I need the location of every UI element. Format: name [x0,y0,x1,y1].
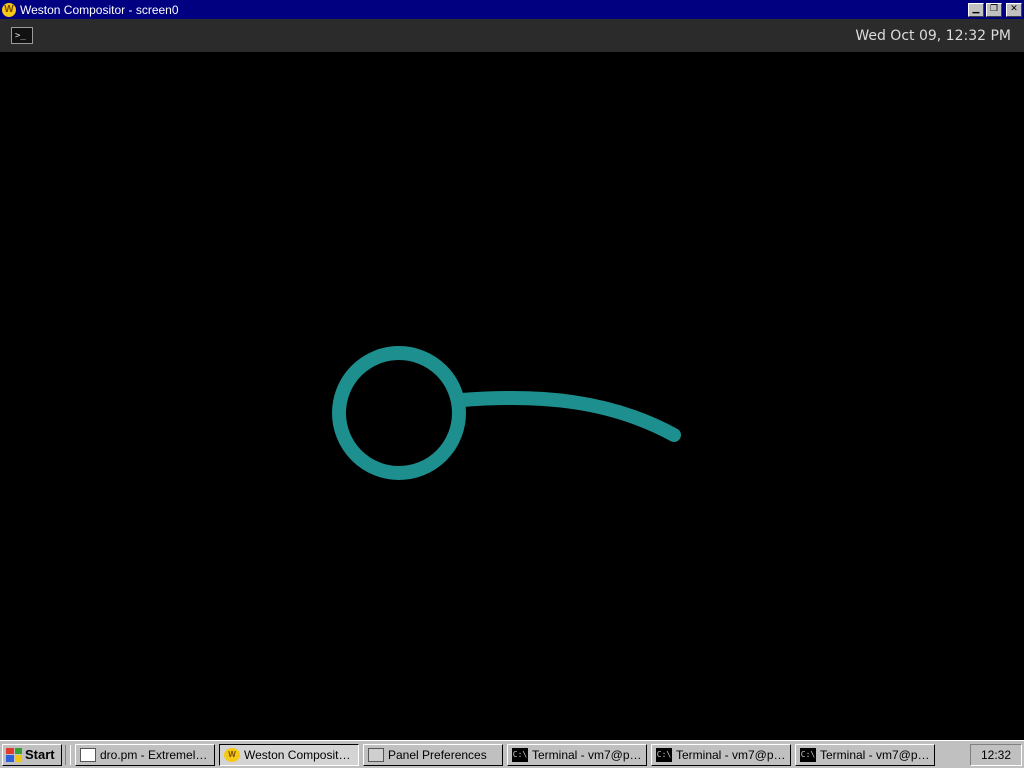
minimize-button[interactable]: ▁ [968,2,984,17]
weston-app-icon[interactable]: W [2,2,16,17]
compositor-canvas[interactable] [0,52,1024,740]
task-button-drop[interactable]: dro.pm - Extremely ... [75,743,215,766]
terminal-icon: C:\ [656,747,672,762]
windows-logo-icon [6,747,22,762]
taskbar-grip[interactable] [65,744,71,765]
close-button[interactable]: ✕ [1006,2,1022,17]
window-title-bar[interactable]: W Weston Compositor - screen0 ▁ ❐ ✕ [0,0,1024,19]
task-button-weston[interactable]: W Weston Compositor... [219,743,359,766]
terminal-launcher-icon[interactable]: >_ [11,27,33,44]
terminal-icon: C:\ [512,747,528,762]
taskbar: Start dro.pm - Extremely ... W Weston Co… [0,740,1024,768]
panel-clock: Wed Oct 09, 12:32 PM [855,27,1011,44]
system-tray-clock[interactable]: 12:32 [970,743,1022,766]
weston-panel: >_ Wed Oct 09, 12:32 PM [0,19,1024,52]
task-button-panel-preferences[interactable]: Panel Preferences [363,743,503,766]
start-label: Start [25,747,55,762]
drawn-loop [332,346,466,480]
drawing-surface [332,346,681,480]
terminal-icon: C:\ [800,747,816,762]
task-button-terminal-2[interactable]: C:\ Terminal - vm7@pa... [651,743,791,766]
start-button[interactable]: Start [2,743,62,766]
tray-clock-label: 12:32 [980,747,1012,762]
task-button-terminal-3[interactable]: C:\ Terminal - vm7@pa... [795,743,935,766]
drawn-stroke [455,390,681,442]
maximize-button[interactable]: ❐ [986,2,1002,17]
task-button-terminal-1[interactable]: C:\ Terminal - vm7@pa... [507,743,647,766]
document-icon [80,747,96,762]
weston-icon: W [224,747,240,762]
preferences-icon [368,747,384,762]
window-title: Weston Compositor - screen0 [20,2,179,17]
